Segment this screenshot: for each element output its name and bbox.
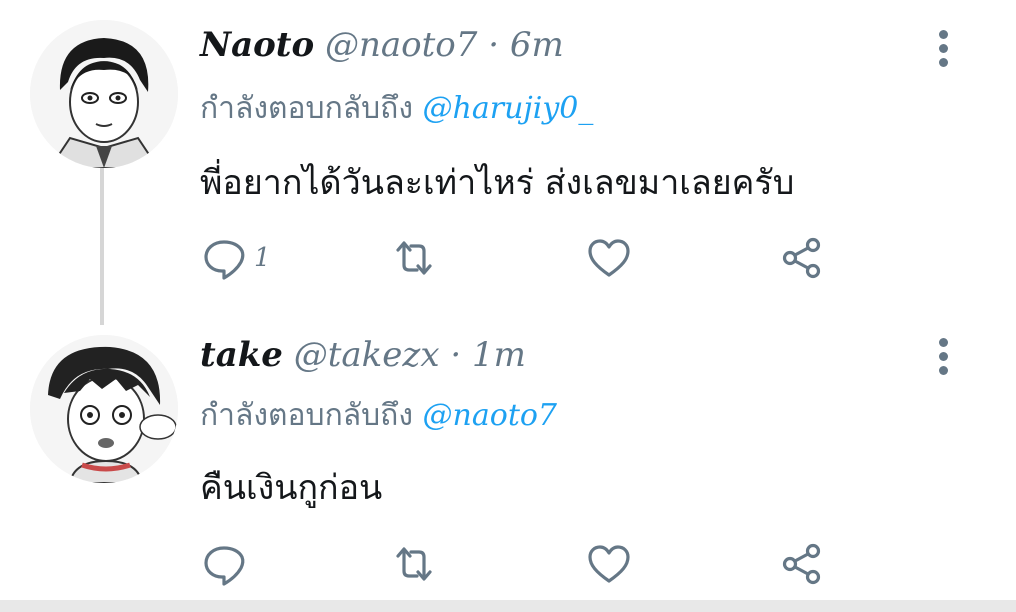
thread-line xyxy=(100,168,104,325)
replying-to: กำลังตอบกลับถึง @naoto7 xyxy=(200,392,557,439)
user-handle[interactable]: @naoto7 xyxy=(325,25,477,65)
more-vertical-icon xyxy=(928,338,958,375)
like-button[interactable] xyxy=(585,234,633,282)
share-icon xyxy=(782,237,821,279)
retweet-button[interactable] xyxy=(390,234,438,282)
avatar[interactable] xyxy=(30,20,178,168)
tweet[interactable]: Naoto @naoto7 · 6m กำลังตอบกลับถึง @haru… xyxy=(0,0,1016,325)
mention-link[interactable]: @naoto7 xyxy=(423,398,557,433)
share-button[interactable] xyxy=(778,234,826,282)
like-button[interactable] xyxy=(585,540,633,588)
retweet-button[interactable] xyxy=(390,540,438,588)
user-handle[interactable]: @takezx xyxy=(294,335,440,375)
replying-to-label: กำลังตอบกลับถึง xyxy=(200,91,413,126)
tweet[interactable]: take @takezx · 1m กำลังตอบกลับถึง @naoto… xyxy=(0,320,1016,606)
avatar-image xyxy=(30,20,178,168)
more-options-button[interactable] xyxy=(928,338,958,378)
tweet-text: คืนเงินกูก่อน xyxy=(200,468,383,508)
timestamp[interactable]: 1m xyxy=(472,335,526,375)
separator: · xyxy=(450,335,462,375)
tweet-actions xyxy=(200,540,840,588)
tweet-actions: 1 xyxy=(200,234,840,282)
replying-to: กำลังตอบกลับถึง @harujiy0_ xyxy=(200,85,593,132)
replying-to-label: กำลังตอบกลับถึง xyxy=(200,398,413,433)
reply-button[interactable] xyxy=(200,540,254,588)
like-icon xyxy=(588,239,630,277)
tweet-text: พี่อยากได้วันละเท่าไหร่ ส่งเลขมาเลยครับ xyxy=(200,163,795,203)
reply-button[interactable]: 1 xyxy=(200,234,271,282)
reply-count: 1 xyxy=(254,243,271,273)
retweet-icon xyxy=(396,241,432,275)
display-name[interactable]: Naoto xyxy=(200,25,314,65)
share-icon xyxy=(782,543,821,585)
tweet-header: take @takezx · 1m xyxy=(200,335,526,375)
separator: · xyxy=(488,25,500,65)
share-button[interactable] xyxy=(778,540,826,588)
bottom-divider xyxy=(0,600,1016,612)
avatar[interactable] xyxy=(30,335,178,483)
retweet-icon xyxy=(396,547,432,581)
more-options-button[interactable] xyxy=(928,30,958,70)
display-name[interactable]: take xyxy=(200,335,283,375)
tweet-header: Naoto @naoto7 · 6m xyxy=(200,25,564,65)
timestamp[interactable]: 6m xyxy=(510,25,564,65)
like-icon xyxy=(588,545,630,583)
avatar-image xyxy=(30,335,178,483)
more-vertical-icon xyxy=(928,30,958,67)
reply-icon xyxy=(204,546,245,586)
mention-link[interactable]: @harujiy0_ xyxy=(423,91,594,126)
reply-icon xyxy=(204,240,245,280)
